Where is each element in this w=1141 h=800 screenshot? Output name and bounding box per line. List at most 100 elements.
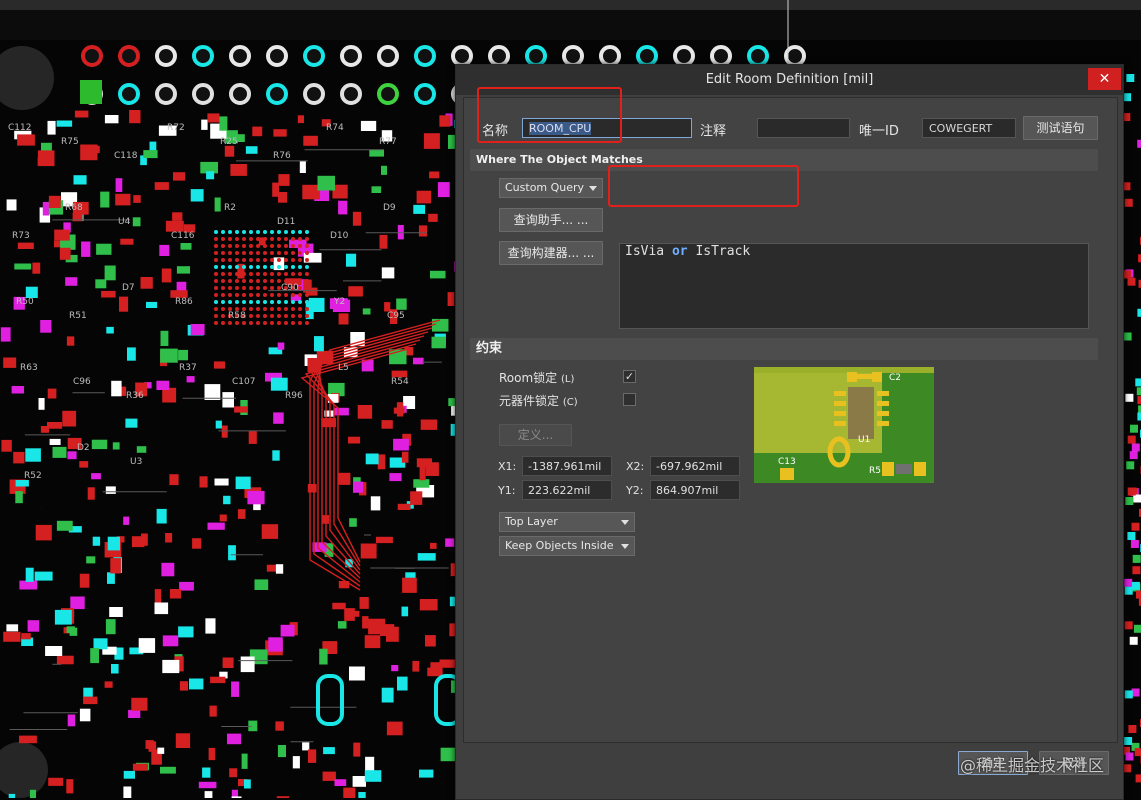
bga-ball [242,244,246,248]
smd-pad [244,779,251,788]
smd-pad [249,431,257,444]
y1-input[interactable]: 223.622mil [522,480,612,500]
smd-pad [7,199,17,210]
layer-select[interactable]: Top Layer [499,512,635,532]
smd-pad [219,116,227,130]
query-mode-select[interactable]: Custom Query [499,178,603,198]
smd-pad [380,235,388,249]
bga-ball [291,300,295,304]
bga-ball [291,314,295,318]
bga-ball [305,244,309,248]
smd-pad [159,245,169,256]
y2-input[interactable]: 864.907mil [650,480,740,500]
smd-pad [157,748,164,754]
bga-ball [305,265,309,269]
smd-pad [115,194,130,206]
test-query-button[interactable]: 测试语句 [1023,116,1098,140]
query-builder-button[interactable]: 查询构建器... ... [499,241,603,265]
smd-pad [366,454,379,465]
smd-pad [268,637,283,651]
bga-ball [214,258,218,262]
component-lock-checkbox[interactable] [623,393,636,406]
bga-ball [214,230,218,234]
smd-pad [180,681,188,690]
smd-pad [365,635,381,648]
smd-pad [149,741,157,751]
smd-pad [1137,396,1141,404]
bga-ball [270,272,274,276]
smd-pad [214,361,225,368]
bga-ball [249,279,253,283]
silkscreen-label: R68 [65,203,83,213]
query-helper-button[interactable]: 查询助手... ... [499,208,603,232]
bga-ball [298,258,302,262]
name-input[interactable]: ROOM_CPU [522,118,692,138]
room-lock-checkbox[interactable]: ✓ [623,370,636,383]
smd-pad [413,205,425,214]
smd-pad [75,111,89,118]
silkscreen-label: C90 [281,283,299,293]
bga-ball [284,300,288,304]
smd-pad [111,381,121,397]
smd-pad [1128,488,1136,496]
smd-pad [238,509,246,519]
uid-label: 唯一ID [859,120,899,139]
bga-ball [263,272,267,276]
preview-label-r5: R5 [869,466,881,476]
smd-pad [1137,413,1141,421]
smd-pad [361,121,376,131]
bga-ball [214,314,218,318]
x1-input[interactable]: -1387.961mil [522,456,612,476]
header-pad [490,47,508,65]
smd-pad [9,794,15,798]
smd-pad [14,264,31,270]
bga-ball [298,272,302,276]
bga-ball [235,244,239,248]
smd-pad [15,491,22,503]
smd-pad [93,537,100,546]
smd-pad [123,787,131,799]
define-button[interactable]: 定义... [499,424,572,446]
smd-pad [1133,555,1141,563]
bga-ball [291,244,295,248]
smd-pad [210,677,225,683]
smd-pad [234,406,248,412]
bga-ball [277,251,281,255]
bga-ball [298,251,302,255]
smd-pad [205,384,221,400]
bga-ball [277,265,281,269]
smd-pad [96,244,111,255]
smd-pad [1125,199,1133,207]
bga-ball [249,307,253,311]
bga-ball [256,265,260,269]
bga-ball [263,321,267,325]
smd-pad [382,267,395,278]
smd-pad [223,658,234,669]
bga-ball [277,321,281,325]
smd-pad [161,331,169,346]
keep-objects-select[interactable]: Keep Objects Inside [499,536,635,556]
bga-ball [263,307,267,311]
smd-pad [394,408,405,414]
x2-input[interactable]: -697.962mil [650,456,740,476]
smd-pad [230,164,247,176]
smd-pad [262,524,278,539]
match-section-header: Where The Object Matches [470,149,1098,171]
header-pad [194,47,212,65]
bga-ball [249,286,253,290]
comment-input[interactable] [757,118,850,138]
uid-input[interactable]: COWEGERT [922,118,1016,138]
smd-pad [298,115,304,123]
smd-pad [105,115,119,123]
smd-pad [179,582,194,591]
bga-ball [228,237,232,241]
close-button[interactable]: ✕ [1088,68,1121,90]
smd-pad [419,225,427,236]
silkscreen-label: Y2 [333,297,345,307]
header-pad [712,47,730,65]
smd-pad [177,266,190,273]
preview-label-u1: U1 [858,435,870,445]
query-editor[interactable]: IsVia or IsTrack [619,243,1089,329]
smd-pad [1130,637,1138,645]
smd-pad [215,479,229,486]
